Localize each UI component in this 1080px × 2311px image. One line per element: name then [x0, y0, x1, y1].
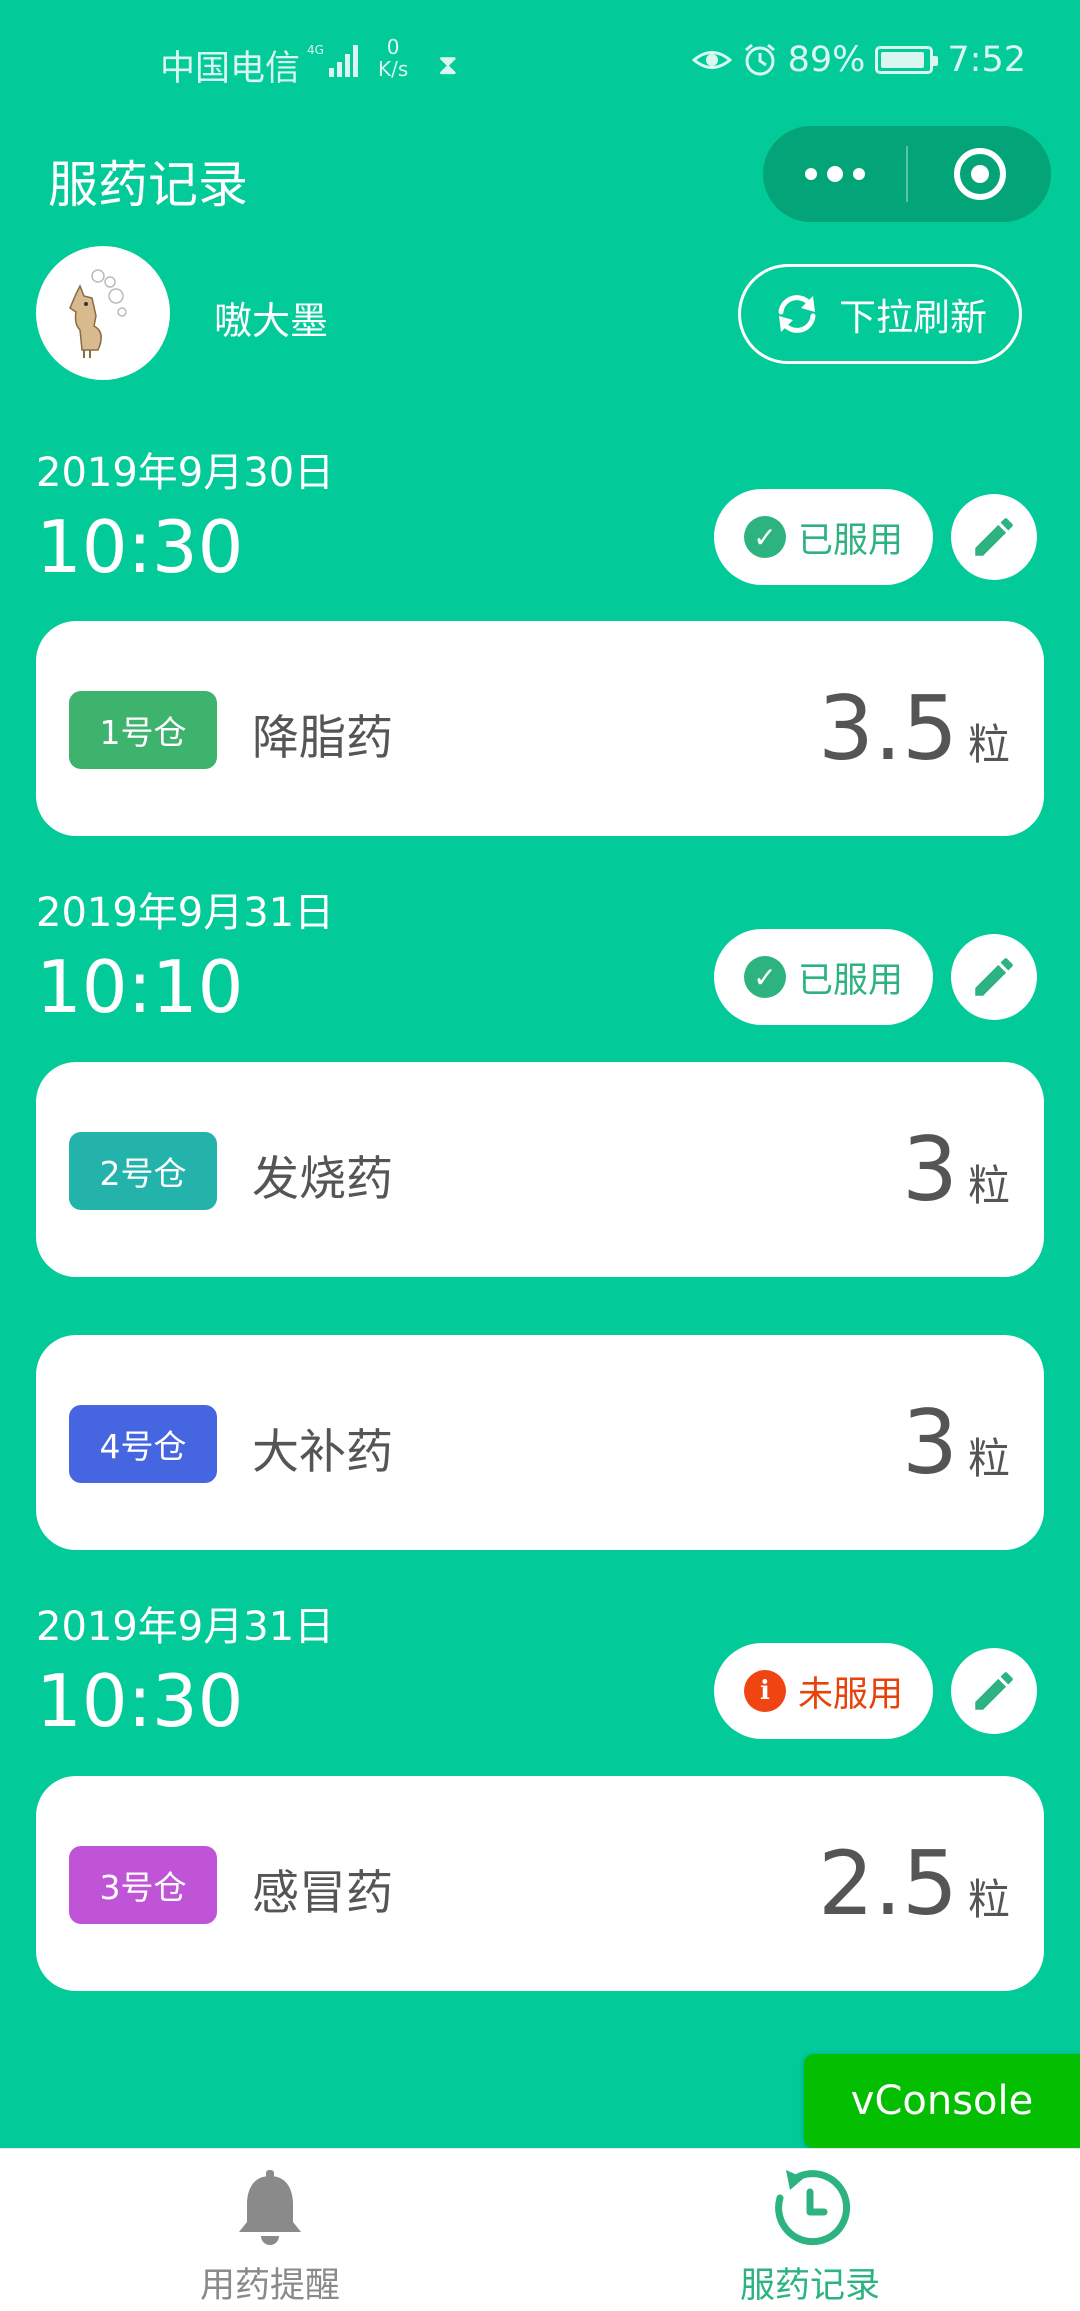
alarm-icon — [744, 43, 775, 76]
status-badge-taken[interactable]: ✓ 已服用 — [714, 489, 933, 585]
pull-refresh-button[interactable]: 下拉刷新 — [738, 264, 1022, 364]
medicine-name: 降脂药 — [252, 711, 393, 766]
pencil-icon — [975, 518, 1013, 556]
medicine-name: 感冒药 — [252, 1866, 393, 1921]
battery-percent: 89% — [787, 40, 866, 80]
check-circle-icon: ✓ — [743, 956, 786, 998]
dose-unit: 粒 — [967, 1434, 1010, 1483]
tab-bar: 用药提醒 服药记录 — [0, 2148, 1080, 2311]
edit-record-button[interactable] — [951, 494, 1037, 580]
status-bar: 中国电信 4G 0 K/s ⧗ 89% 7:52 — [0, 0, 1080, 130]
bin-badge: 2号仓 — [69, 1132, 217, 1210]
dose-value: 3 — [901, 1391, 958, 1494]
tab-label: 用药提醒 — [199, 2266, 340, 2306]
carrier-name: 中国电信 — [160, 49, 301, 89]
refresh-label: 下拉刷新 — [839, 296, 987, 339]
medicine-name: 发烧药 — [252, 1152, 393, 1207]
status-label: 已服用 — [797, 960, 903, 1001]
bin-badge: 4号仓 — [69, 1405, 217, 1483]
status-label: 已服用 — [797, 520, 903, 561]
medicine-card[interactable]: 1号仓 降脂药 3.5 粒 — [36, 621, 1044, 836]
record-date: 2019年9月31日 — [36, 1604, 335, 1650]
eye-comfort-icon — [691, 51, 732, 69]
hourglass-icon: ⧗ — [438, 48, 458, 81]
battery-icon — [875, 46, 939, 74]
medicine-card[interactable]: 4号仓 大补药 3 粒 — [36, 1335, 1044, 1550]
record-time: 10:10 — [36, 945, 244, 1029]
close-miniprogram-button[interactable] — [908, 126, 1051, 222]
dose-value: 3.5 — [818, 677, 958, 780]
dose-unit: 粒 — [967, 720, 1010, 769]
tab-medication-record[interactable]: 服药记录 — [540, 2149, 1080, 2311]
network-type: 4G — [307, 43, 324, 57]
dose: 3 粒 — [902, 1393, 1010, 1493]
user-name: 嗷大墨 — [214, 299, 329, 343]
dose-value: 2.5 — [818, 1832, 958, 1935]
medicine-name: 大补药 — [252, 1425, 393, 1480]
history-clock-icon — [765, 2163, 855, 2253]
record-time: 10:30 — [36, 505, 244, 589]
dose-value: 3 — [901, 1118, 958, 1221]
record-date: 2019年9月30日 — [36, 450, 335, 496]
status-label: 未服用 — [797, 1674, 903, 1715]
avatar[interactable] — [36, 246, 170, 380]
status-badge-taken[interactable]: ✓ 已服用 — [714, 929, 933, 1025]
more-dots-icon — [804, 168, 817, 180]
dose: 3 粒 — [902, 1120, 1010, 1220]
info-circle-icon: i — [743, 1670, 786, 1712]
dose: 3.5 粒 — [818, 679, 1010, 779]
pencil-icon — [975, 958, 1013, 996]
clock-time: 7:52 — [947, 40, 1026, 80]
page-title: 服药记录 — [48, 156, 248, 214]
net-speed: 0 K/s — [378, 35, 409, 81]
target-circle-icon — [953, 148, 1006, 200]
edit-record-button[interactable] — [951, 934, 1037, 1020]
vconsole-button[interactable]: vConsole — [804, 2054, 1080, 2148]
more-options-button[interactable] — [763, 126, 906, 222]
record-date: 2019年9月31日 — [36, 890, 335, 936]
dose-unit: 粒 — [967, 1875, 1010, 1924]
refresh-icon — [778, 295, 816, 333]
medicine-card[interactable]: 2号仓 发烧药 3 粒 — [36, 1062, 1044, 1277]
record-time: 10:30 — [36, 1659, 244, 1743]
tab-label: 服药记录 — [739, 2266, 880, 2306]
signal-icon: 4G — [307, 43, 358, 77]
bin-badge: 3号仓 — [69, 1846, 217, 1924]
edit-record-button[interactable] — [951, 1648, 1037, 1734]
status-badge-missed[interactable]: i 未服用 — [714, 1643, 933, 1739]
tab-medication-reminder[interactable]: 用药提醒 — [0, 2149, 540, 2311]
dose-unit: 粒 — [967, 1161, 1010, 1210]
alpaca-avatar-icon — [69, 269, 127, 358]
dose: 2.5 粒 — [818, 1834, 1010, 1934]
pencil-icon — [975, 1672, 1013, 1710]
check-circle-icon: ✓ — [743, 516, 786, 558]
medicine-card[interactable]: 3号仓 感冒药 2.5 粒 — [36, 1776, 1044, 1991]
status-right: 89% 7:52 — [691, 40, 1026, 80]
bin-badge: 1号仓 — [69, 691, 217, 769]
bell-icon — [225, 2163, 315, 2253]
